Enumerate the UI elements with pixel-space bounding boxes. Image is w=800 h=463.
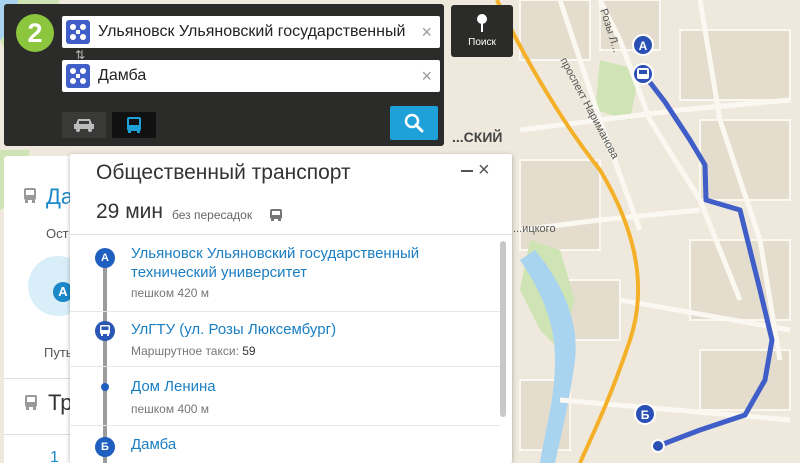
car-mode-button[interactable] <box>62 112 106 138</box>
step-meta-label: Маршрутное такси: <box>131 344 239 358</box>
svg-text:Б: Б <box>641 408 650 422</box>
svg-text:А: А <box>639 39 648 53</box>
map-marker-a[interactable]: А <box>632 34 654 56</box>
walk-bus-icon <box>24 188 36 203</box>
bus-icon <box>270 209 282 221</box>
trip-duration: 29 мин <box>96 200 163 223</box>
close-icon[interactable]: × <box>478 158 490 182</box>
step-title[interactable]: Дамба <box>131 435 176 454</box>
step-marker-b: Б <box>95 437 115 457</box>
map-bus-stop-icon[interactable] <box>632 63 654 85</box>
step-title[interactable]: УлГТУ (ул. Розы Люксембург) <box>131 320 336 339</box>
sidebar-section-title: Тр <box>48 390 73 415</box>
to-point-icon <box>66 64 90 88</box>
panel-scrollbar[interactable] <box>500 241 506 417</box>
clear-to-icon[interactable]: × <box>421 60 432 92</box>
from-input[interactable]: Ульяновск Ульяновский государственный т <box>98 16 410 48</box>
pin-icon <box>477 14 487 32</box>
search-route-button[interactable] <box>390 106 438 140</box>
from-field[interactable]: Ульяновск Ульяновский государственный т … <box>62 16 440 48</box>
street-itskogo: ...ицкого <box>513 223 556 235</box>
bus-icon <box>100 325 110 336</box>
step-meta: пешком 420 м <box>131 286 210 300</box>
route-steps: А Ульяновск Ульяновский государственный … <box>70 235 500 463</box>
search-icon <box>404 113 424 133</box>
sidebar-path-label: Путь <box>44 345 73 360</box>
poisk-label: Поиск <box>468 37 496 48</box>
step-marker-dot <box>101 383 109 391</box>
step-title[interactable]: Дом Ленина <box>131 377 216 396</box>
poisk-button[interactable]: Поиск <box>451 5 513 57</box>
step-marker-bus <box>95 321 115 341</box>
transfers-label: без пересадок <box>172 208 253 222</box>
step-divider <box>70 366 500 367</box>
search-panel: 2 Ульяновск Ульяновский государственный … <box>4 4 444 146</box>
panel-title: Общественный транспорт <box>96 161 351 184</box>
logo-2gis[interactable]: 2 <box>16 14 54 52</box>
step-divider <box>70 311 500 312</box>
map-marker-b[interactable]: Б <box>634 403 656 425</box>
to-input[interactable]: Дамба <box>98 60 410 92</box>
step-marker-a: А <box>95 248 115 268</box>
step-title[interactable]: Ульяновск Ульяновский государственный те… <box>131 244 481 282</box>
sidebar-number[interactable]: 1 <box>50 449 59 463</box>
bus-icon <box>127 117 141 133</box>
to-field[interactable]: Дамба × <box>62 60 440 92</box>
clear-from-icon[interactable]: × <box>421 16 432 48</box>
step-divider <box>70 425 500 426</box>
from-point-icon <box>66 20 90 44</box>
district-label: ...СКИЙ <box>452 128 502 145</box>
minimize-icon[interactable] <box>461 170 473 172</box>
sidebar-subtitle: Ост <box>46 226 69 241</box>
map-end-dot <box>651 439 665 453</box>
step-meta: Маршрутное такси: 59 <box>131 344 256 358</box>
transport-icon <box>25 395 37 410</box>
route-number[interactable]: 59 <box>242 344 255 358</box>
route-timeline <box>103 257 107 463</box>
public-transport-panel: Общественный транспорт × 29 мин без пере… <box>70 154 512 463</box>
car-icon <box>74 119 94 132</box>
step-meta: пешком 400 м <box>131 402 210 416</box>
public-transport-mode-button[interactable] <box>112 112 156 138</box>
